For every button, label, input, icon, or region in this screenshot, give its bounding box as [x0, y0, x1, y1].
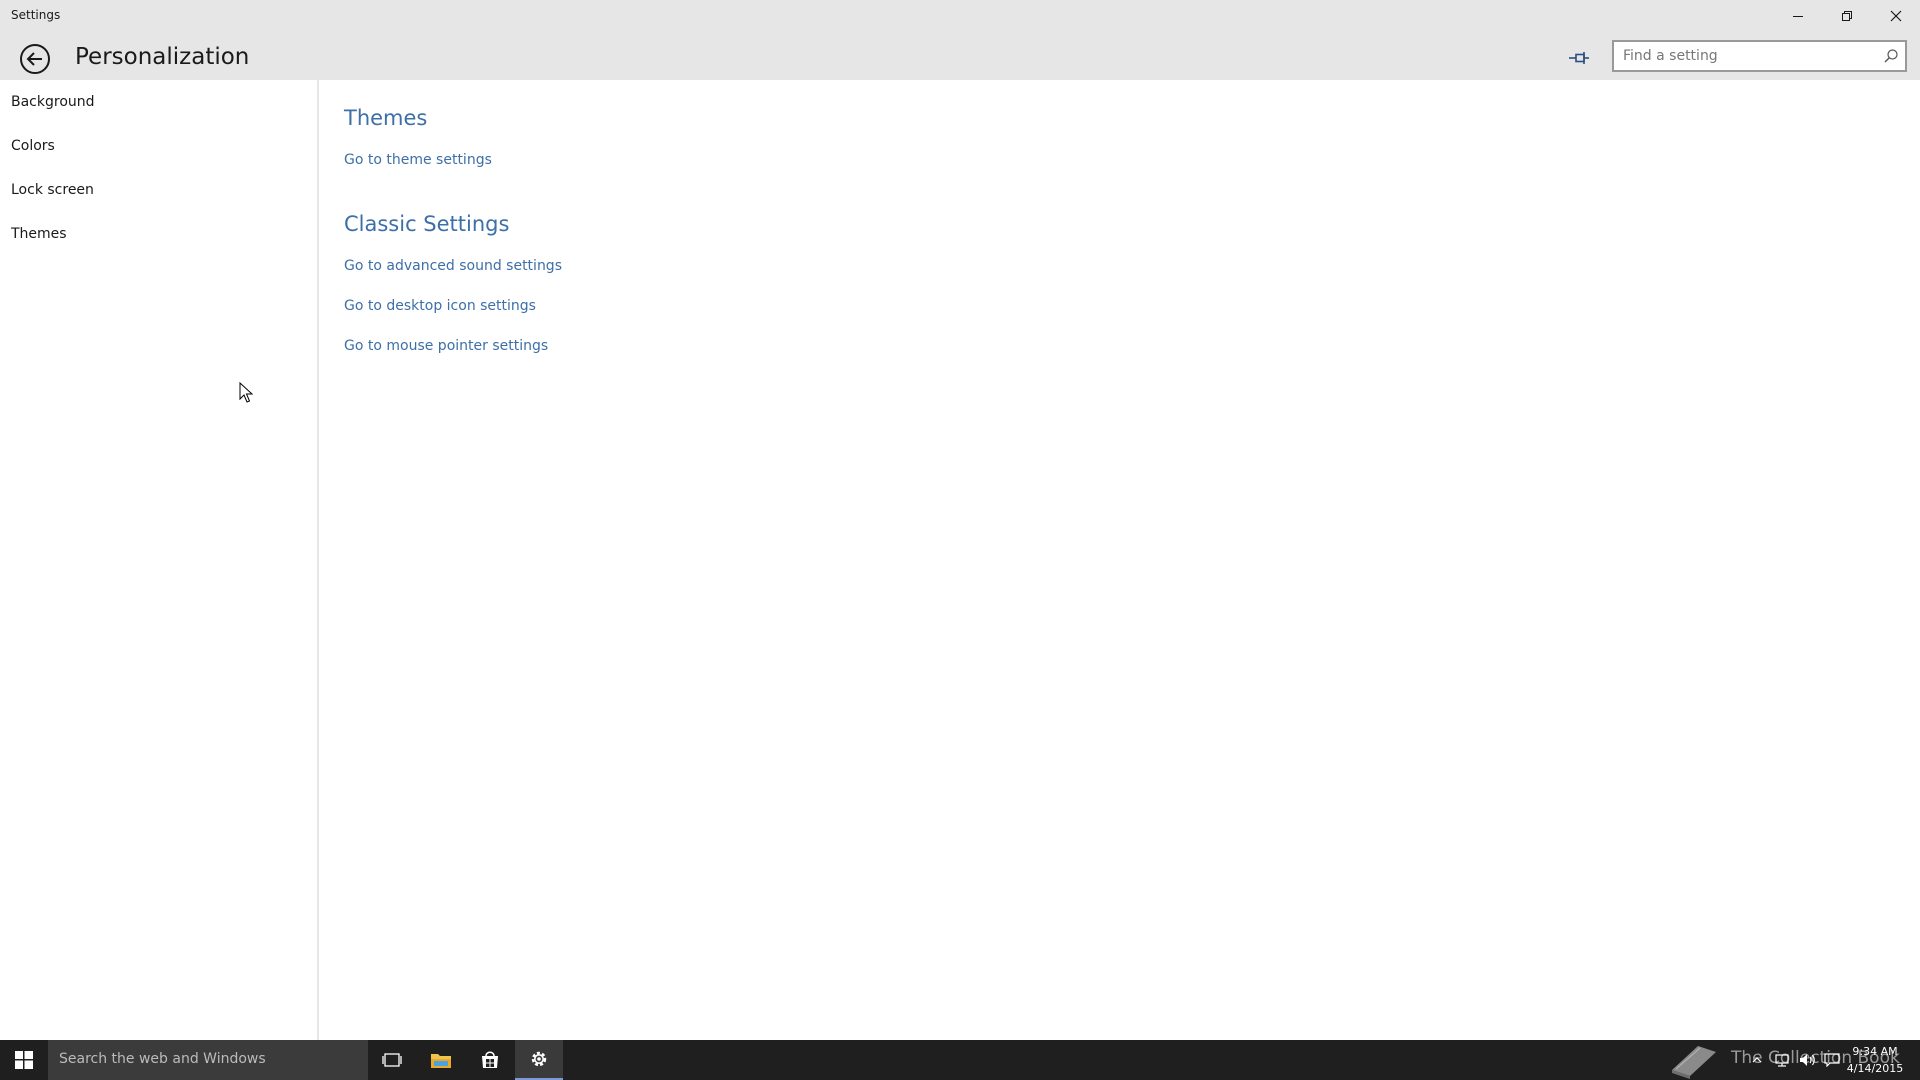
- restore-button[interactable]: [1823, 0, 1871, 32]
- book-icon: [1672, 1046, 1716, 1079]
- store-icon: [482, 1051, 498, 1068]
- desktop-icon-settings-link[interactable]: Go to desktop icon settings: [344, 298, 536, 314]
- main-content: Themes Go to theme settings Classic Sett…: [344, 80, 1844, 1040]
- page-title: Personalization: [75, 44, 250, 70]
- theme-settings-link[interactable]: Go to theme settings: [344, 152, 492, 168]
- clock-date: 4/14/2015: [1846, 1062, 1904, 1075]
- show-hidden-icons-button[interactable]: [1748, 1040, 1766, 1080]
- taskbar-search-placeholder: Search the web and Windows: [59, 1051, 266, 1067]
- task-view-icon: [382, 1053, 402, 1067]
- back-button[interactable]: [17, 41, 53, 77]
- search-icon[interactable]: [1883, 48, 1899, 64]
- folder-icon: [431, 1054, 451, 1068]
- message-icon: [1824, 1053, 1840, 1067]
- mouse-pointer-settings-link[interactable]: Go to mouse pointer settings: [344, 338, 548, 354]
- themes-heading: Themes: [344, 106, 428, 130]
- search-input[interactable]: [1614, 42, 1864, 70]
- advanced-sound-settings-link[interactable]: Go to advanced sound settings: [344, 258, 562, 274]
- minimize-button[interactable]: [1774, 0, 1822, 32]
- close-button[interactable]: [1872, 0, 1920, 32]
- pin-icon: [1569, 52, 1589, 64]
- window-title: Settings: [11, 8, 61, 22]
- restore-icon: [1842, 11, 1852, 21]
- store-button[interactable]: [466, 1040, 514, 1080]
- sidebar-item-background[interactable]: Background: [11, 94, 95, 110]
- title-bar: Settings: [0, 0, 1920, 30]
- task-view-button[interactable]: [368, 1040, 416, 1080]
- settings-header: Personalization: [0, 30, 1920, 80]
- sidebar: Background Colors Lock screen Themes: [0, 80, 319, 1040]
- classic-settings-heading: Classic Settings: [344, 212, 510, 236]
- sidebar-item-themes[interactable]: Themes: [11, 226, 67, 242]
- gear-icon: [531, 1051, 547, 1067]
- start-button[interactable]: [0, 1040, 48, 1080]
- network-icon: [1775, 1054, 1789, 1067]
- settings-taskbar-button[interactable]: [515, 1040, 563, 1080]
- windows-logo-icon: [15, 1051, 33, 1069]
- minimize-icon: [1793, 16, 1803, 17]
- taskbar-search-box[interactable]: Search the web and Windows: [48, 1040, 368, 1080]
- clock-time: 9:34 AM: [1852, 1045, 1898, 1058]
- find-setting-search: [1612, 40, 1907, 72]
- taskbar-clock[interactable]: 9:34 AM 4/14/2015: [1840, 1043, 1910, 1077]
- file-explorer-button[interactable]: [417, 1040, 465, 1080]
- pin-to-start-button[interactable]: [1564, 43, 1594, 73]
- volume-tray-button[interactable]: [1796, 1040, 1820, 1080]
- network-tray-button[interactable]: [1770, 1040, 1794, 1080]
- taskbar: Search the web and Windows The Collectio…: [0, 1040, 1920, 1080]
- close-icon: [1890, 10, 1902, 22]
- back-arrow-icon: [20, 44, 50, 74]
- sidebar-item-lock-screen[interactable]: Lock screen: [11, 182, 94, 198]
- speaker-icon: [1800, 1054, 1815, 1066]
- chevron-up-icon: [1752, 1057, 1762, 1063]
- sidebar-item-colors[interactable]: Colors: [11, 138, 55, 154]
- mouse-cursor-icon: [239, 382, 253, 403]
